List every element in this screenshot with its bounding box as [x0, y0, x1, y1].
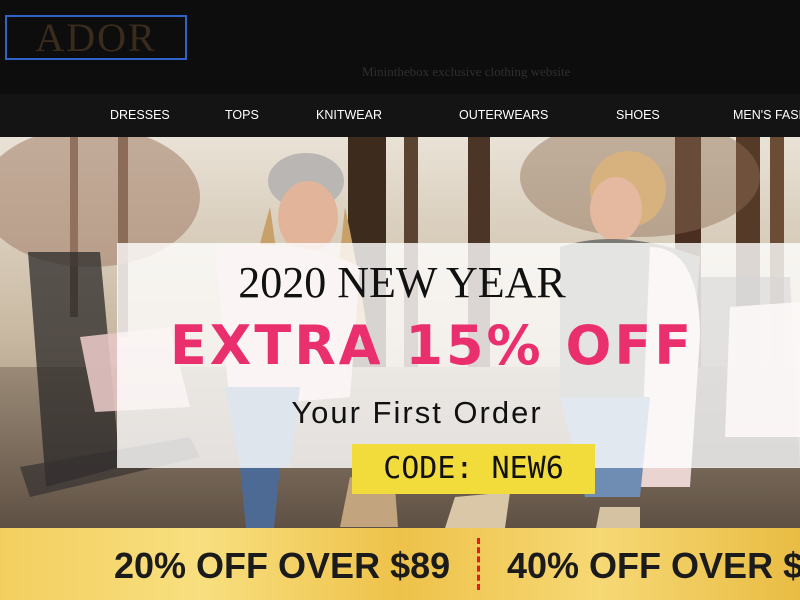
- nav-item-outerwears[interactable]: OUTERWEARS: [459, 108, 548, 122]
- nav-item-tops[interactable]: TOPS: [225, 108, 259, 122]
- logo-text: ADOR: [35, 14, 157, 60]
- promo-code-badge[interactable]: CODE: NEW6: [352, 444, 595, 494]
- deal-20-off[interactable]: 20% OFF OVER $89: [114, 548, 450, 584]
- nav-item-knitwear[interactable]: KNITWEAR: [316, 108, 382, 122]
- promo-offer: EXTRA 15% OFF: [169, 314, 695, 377]
- hero-banner[interactable]: 2020 NEW YEAR EXTRA 15% OFF Your First O…: [0, 137, 800, 528]
- deal-divider: [477, 538, 480, 590]
- nav-item-shoes[interactable]: SHOES: [616, 108, 660, 122]
- deals-bar: 20% OFF OVER $89 40% OFF OVER $199: [0, 528, 800, 600]
- deal-40-off[interactable]: 40% OFF OVER $199: [507, 548, 800, 584]
- nav-item-dresses[interactable]: DRESSES: [110, 108, 170, 122]
- main-nav: DRESSES TOPS KNITWEAR OUTERWEARS SHOES M…: [0, 94, 800, 137]
- promo-headline: 2020 NEW YEAR: [238, 258, 566, 307]
- page: ADOR Mininthebox exclusive clothing webs…: [0, 0, 800, 600]
- site-logo[interactable]: ADOR: [5, 15, 187, 60]
- promo-code-text: CODE: NEW6: [383, 451, 564, 486]
- promo-subline: Your First Order: [291, 395, 543, 430]
- site-header: ADOR Mininthebox exclusive clothing webs…: [0, 0, 800, 94]
- site-tagline: Mininthebox exclusive clothing website: [362, 64, 571, 79]
- nav-item-mens-fashion[interactable]: MEN'S FASHION: [733, 108, 800, 122]
- promo-card: 2020 NEW YEAR EXTRA 15% OFF Your First O…: [117, 243, 800, 494]
